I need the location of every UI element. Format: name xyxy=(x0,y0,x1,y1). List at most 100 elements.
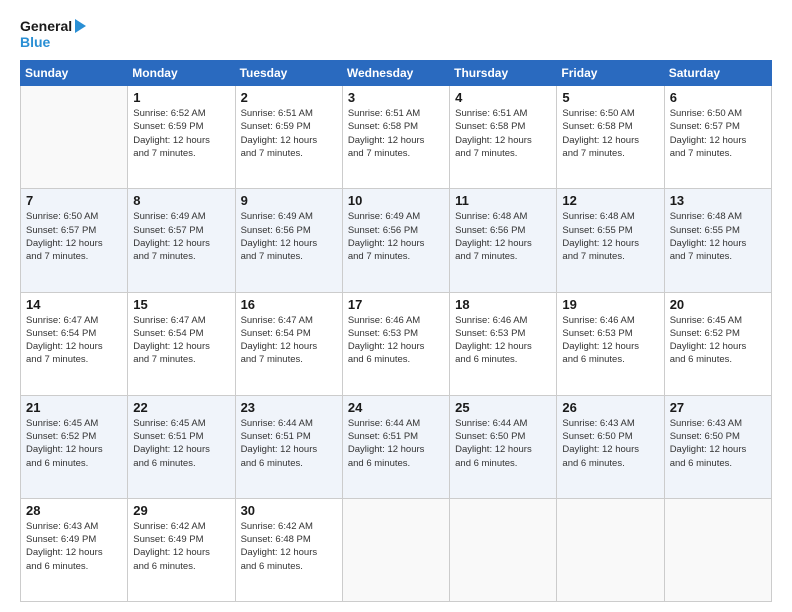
calendar-cell: 27 Sunrise: 6:43 AM Sunset: 6:50 PM Dayli… xyxy=(664,395,771,498)
page-header: General Blue xyxy=(20,18,772,50)
day-number: 10 xyxy=(348,193,444,208)
day-number: 20 xyxy=(670,297,766,312)
calendar-cell: 10 Sunrise: 6:49 AM Sunset: 6:56 PM Dayli… xyxy=(342,189,449,292)
day-detail: Sunrise: 6:51 AM Sunset: 6:59 PM Dayligh… xyxy=(241,107,337,160)
day-number: 11 xyxy=(455,193,551,208)
calendar-cell: 22Sunrise: 6:45 AM Sunset: 6:51 PM Dayli… xyxy=(128,395,235,498)
calendar-cell: 14Sunrise: 6:47 AM Sunset: 6:54 PM Dayli… xyxy=(21,292,128,395)
calendar-cell: 25Sunrise: 6:44 AM Sunset: 6:50 PM Dayli… xyxy=(450,395,557,498)
day-number: 6 xyxy=(670,90,766,105)
calendar-cell xyxy=(557,498,664,601)
calendar-cell: 3 Sunrise: 6:51 AM Sunset: 6:58 PM Daylig… xyxy=(342,86,449,189)
day-detail: Sunrise: 6:48 AM Sunset: 6:55 PM Dayligh… xyxy=(562,210,658,263)
day-number: 1 xyxy=(133,90,229,105)
calendar-week-2: 7 Sunrise: 6:50 AM Sunset: 6:57 PM Daylig… xyxy=(21,189,772,292)
weekday-wednesday: Wednesday xyxy=(342,61,449,86)
day-number: 21 xyxy=(26,400,122,415)
calendar-cell: 13 Sunrise: 6:48 AM Sunset: 6:55 PM Dayli… xyxy=(664,189,771,292)
calendar-cell: 23 Sunrise: 6:44 AM Sunset: 6:51 PM Dayli… xyxy=(235,395,342,498)
weekday-header-row: SundayMondayTuesdayWednesdayThursdayFrid… xyxy=(21,61,772,86)
calendar-cell: 26Sunrise: 6:43 AM Sunset: 6:50 PM Dayli… xyxy=(557,395,664,498)
calendar-cell: 28 Sunrise: 6:43 AM Sunset: 6:49 PM Dayli… xyxy=(21,498,128,601)
day-detail: Sunrise: 6:46 AM Sunset: 6:53 PM Dayligh… xyxy=(455,314,551,367)
day-number: 8 xyxy=(133,193,229,208)
day-detail: Sunrise: 6:48 AM Sunset: 6:55 PM Dayligh… xyxy=(670,210,766,263)
day-detail: Sunrise: 6:44 AM Sunset: 6:50 PM Dayligh… xyxy=(455,417,551,470)
day-detail: Sunrise: 6:43 AM Sunset: 6:49 PM Dayligh… xyxy=(26,520,122,573)
day-number: 2 xyxy=(241,90,337,105)
day-number: 15 xyxy=(133,297,229,312)
day-detail: Sunrise: 6:44 AM Sunset: 6:51 PM Dayligh… xyxy=(348,417,444,470)
day-number: 30 xyxy=(241,503,337,518)
day-detail: Sunrise: 6:44 AM Sunset: 6:51 PM Dayligh… xyxy=(241,417,337,470)
day-number: 4 xyxy=(455,90,551,105)
calendar-cell: 20 Sunrise: 6:45 AM Sunset: 6:52 PM Dayli… xyxy=(664,292,771,395)
calendar-cell xyxy=(450,498,557,601)
day-number: 23 xyxy=(241,400,337,415)
day-number: 7 xyxy=(26,193,122,208)
day-number: 3 xyxy=(348,90,444,105)
calendar-cell: 8 Sunrise: 6:49 AM Sunset: 6:57 PM Daylig… xyxy=(128,189,235,292)
day-number: 28 xyxy=(26,503,122,518)
calendar-week-4: 21 Sunrise: 6:45 AM Sunset: 6:52 PM Dayli… xyxy=(21,395,772,498)
logo-blue: Blue xyxy=(20,34,86,50)
weekday-tuesday: Tuesday xyxy=(235,61,342,86)
day-number: 18 xyxy=(455,297,551,312)
day-detail: Sunrise: 6:45 AM Sunset: 6:52 PM Dayligh… xyxy=(26,417,122,470)
day-number: 16 xyxy=(241,297,337,312)
calendar-cell: 24Sunrise: 6:44 AM Sunset: 6:51 PM Dayli… xyxy=(342,395,449,498)
calendar-table: SundayMondayTuesdayWednesdayThursdayFrid… xyxy=(20,60,772,602)
calendar-cell: 5 Sunrise: 6:50 AM Sunset: 6:58 PM Daylig… xyxy=(557,86,664,189)
calendar-cell: 21 Sunrise: 6:45 AM Sunset: 6:52 PM Dayli… xyxy=(21,395,128,498)
calendar-week-3: 14Sunrise: 6:47 AM Sunset: 6:54 PM Dayli… xyxy=(21,292,772,395)
calendar-cell: 16 Sunrise: 6:47 AM Sunset: 6:54 PM Dayli… xyxy=(235,292,342,395)
day-number: 12 xyxy=(562,193,658,208)
logo-general: General xyxy=(20,18,72,34)
day-detail: Sunrise: 6:50 AM Sunset: 6:57 PM Dayligh… xyxy=(26,210,122,263)
logo: General Blue xyxy=(20,18,86,50)
calendar-cell: 11 Sunrise: 6:48 AM Sunset: 6:56 PM Dayli… xyxy=(450,189,557,292)
day-detail: Sunrise: 6:48 AM Sunset: 6:56 PM Dayligh… xyxy=(455,210,551,263)
calendar-cell: 29 Sunrise: 6:42 AM Sunset: 6:49 PM Dayli… xyxy=(128,498,235,601)
calendar-cell xyxy=(342,498,449,601)
calendar-cell: 30Sunrise: 6:42 AM Sunset: 6:48 PM Dayli… xyxy=(235,498,342,601)
day-detail: Sunrise: 6:47 AM Sunset: 6:54 PM Dayligh… xyxy=(241,314,337,367)
calendar-cell: 17 Sunrise: 6:46 AM Sunset: 6:53 PM Dayli… xyxy=(342,292,449,395)
calendar-cell: 19 Sunrise: 6:46 AM Sunset: 6:53 PM Dayli… xyxy=(557,292,664,395)
day-detail: Sunrise: 6:51 AM Sunset: 6:58 PM Dayligh… xyxy=(348,107,444,160)
day-detail: Sunrise: 6:45 AM Sunset: 6:52 PM Dayligh… xyxy=(670,314,766,367)
calendar-cell: 18 Sunrise: 6:46 AM Sunset: 6:53 PM Dayli… xyxy=(450,292,557,395)
logo-arrow xyxy=(75,19,86,33)
day-detail: Sunrise: 6:46 AM Sunset: 6:53 PM Dayligh… xyxy=(348,314,444,367)
day-detail: Sunrise: 6:47 AM Sunset: 6:54 PM Dayligh… xyxy=(133,314,229,367)
day-number: 26 xyxy=(562,400,658,415)
weekday-saturday: Saturday xyxy=(664,61,771,86)
weekday-thursday: Thursday xyxy=(450,61,557,86)
day-detail: Sunrise: 6:52 AM Sunset: 6:59 PM Dayligh… xyxy=(133,107,229,160)
day-detail: Sunrise: 6:50 AM Sunset: 6:57 PM Dayligh… xyxy=(670,107,766,160)
day-detail: Sunrise: 6:49 AM Sunset: 6:57 PM Dayligh… xyxy=(133,210,229,263)
day-number: 27 xyxy=(670,400,766,415)
day-number: 13 xyxy=(670,193,766,208)
day-number: 9 xyxy=(241,193,337,208)
calendar-cell: 1 Sunrise: 6:52 AM Sunset: 6:59 PM Daylig… xyxy=(128,86,235,189)
day-number: 19 xyxy=(562,297,658,312)
weekday-sunday: Sunday xyxy=(21,61,128,86)
day-detail: Sunrise: 6:43 AM Sunset: 6:50 PM Dayligh… xyxy=(670,417,766,470)
day-detail: Sunrise: 6:42 AM Sunset: 6:49 PM Dayligh… xyxy=(133,520,229,573)
calendar-cell: 4 Sunrise: 6:51 AM Sunset: 6:58 PM Daylig… xyxy=(450,86,557,189)
day-detail: Sunrise: 6:46 AM Sunset: 6:53 PM Dayligh… xyxy=(562,314,658,367)
calendar-cell: 6 Sunrise: 6:50 AM Sunset: 6:57 PM Daylig… xyxy=(664,86,771,189)
day-number: 17 xyxy=(348,297,444,312)
calendar-cell: 7 Sunrise: 6:50 AM Sunset: 6:57 PM Daylig… xyxy=(21,189,128,292)
day-number: 29 xyxy=(133,503,229,518)
weekday-friday: Friday xyxy=(557,61,664,86)
day-detail: Sunrise: 6:49 AM Sunset: 6:56 PM Dayligh… xyxy=(348,210,444,263)
calendar-cell xyxy=(664,498,771,601)
day-detail: Sunrise: 6:49 AM Sunset: 6:56 PM Dayligh… xyxy=(241,210,337,263)
day-number: 5 xyxy=(562,90,658,105)
day-detail: Sunrise: 6:50 AM Sunset: 6:58 PM Dayligh… xyxy=(562,107,658,160)
calendar-cell: 15 Sunrise: 6:47 AM Sunset: 6:54 PM Dayli… xyxy=(128,292,235,395)
calendar-week-5: 28 Sunrise: 6:43 AM Sunset: 6:49 PM Dayli… xyxy=(21,498,772,601)
day-detail: Sunrise: 6:51 AM Sunset: 6:58 PM Dayligh… xyxy=(455,107,551,160)
